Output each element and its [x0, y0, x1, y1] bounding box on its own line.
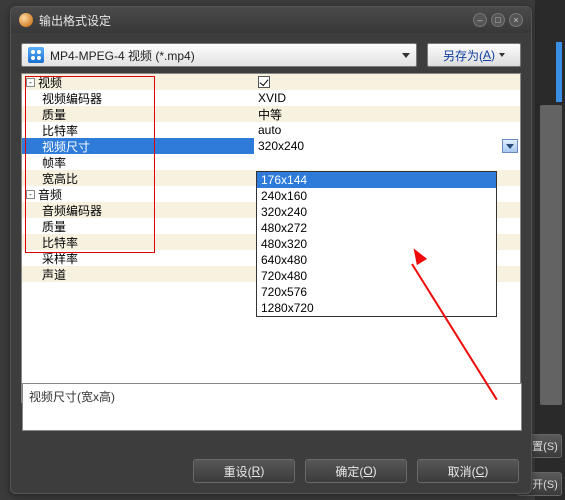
prop-video-quality[interactable]: 质量 中等 [22, 106, 520, 122]
chevron-down-icon [402, 53, 410, 58]
reset-button[interactable]: 重设(R) [193, 459, 295, 483]
size-option[interactable]: 240x160 [257, 188, 496, 204]
description-text: 视频尺寸(宽x高) [29, 390, 115, 404]
prop-label: 音频编码器 [42, 202, 102, 219]
ok-hotkey: O [363, 464, 372, 478]
chevron-down-icon [506, 144, 514, 149]
app-icon [19, 13, 33, 27]
cancel-hotkey: C [476, 464, 485, 478]
video-enabled-checkbox[interactable] [258, 76, 270, 88]
prop-label: 宽高比 [42, 170, 78, 187]
cancel-label-post: ) [484, 464, 488, 478]
size-dropdown-list[interactable]: 176x144240x160320x240480x272480x320640x4… [256, 171, 497, 317]
prop-label: 质量 [42, 106, 66, 123]
reset-hotkey: R [252, 464, 261, 478]
prop-value: XVID [258, 91, 286, 105]
property-grid: -视频 视频编码器 XVID 质量 中等 比特率 auto 视频尺寸 32 [21, 73, 521, 403]
group-video-label: 视频 [38, 74, 62, 91]
ok-button[interactable]: 确定(O) [305, 459, 407, 483]
prop-video-fps[interactable]: 帧率 [22, 154, 520, 170]
size-option[interactable]: 720x480 [257, 268, 496, 284]
save-as-label-pre: 另存为( [443, 47, 483, 64]
reset-label-pre: 重设( [224, 463, 252, 480]
ok-label-pre: 确定( [335, 463, 363, 480]
save-as-button[interactable]: 另存为(A) [427, 43, 521, 67]
prop-value: 中等 [258, 106, 282, 123]
cancel-button[interactable]: 取消(C) [417, 459, 519, 483]
collapse-icon[interactable]: - [26, 78, 35, 87]
group-audio-label: 音频 [38, 186, 62, 203]
size-option[interactable]: 640x480 [257, 252, 496, 268]
size-option[interactable]: 1280x720 [257, 300, 496, 316]
close-button[interactable]: × [509, 13, 523, 27]
prop-video-bitrate[interactable]: 比特率 auto [22, 122, 520, 138]
size-option[interactable]: 320x240 [257, 204, 496, 220]
maximize-button[interactable]: □ [491, 13, 505, 27]
collapse-icon[interactable]: - [26, 190, 35, 199]
prop-video-codec[interactable]: 视频编码器 XVID [22, 90, 520, 106]
size-option[interactable]: 176x144 [257, 172, 496, 188]
format-select[interactable]: MP4-MPEG-4 视频 (*.mp4) [21, 43, 417, 67]
window-title: 输出格式设定 [39, 12, 469, 29]
size-option[interactable]: 720x576 [257, 284, 496, 300]
prop-label: 比特率 [42, 122, 78, 139]
prop-label: 采样率 [42, 250, 78, 267]
size-dropdown-button[interactable] [502, 139, 518, 153]
group-video[interactable]: -视频 [22, 74, 520, 90]
prop-label: 视频编码器 [42, 90, 102, 107]
description-box: 视频尺寸(宽x高) [22, 383, 522, 431]
titlebar: 输出格式设定 – □ × [11, 7, 531, 33]
prop-video-size[interactable]: 视频尺寸 320x240 [22, 138, 520, 154]
prop-label: 声道 [42, 266, 66, 283]
format-selected-label: MP4-MPEG-4 视频 (*.mp4) [50, 47, 195, 64]
cancel-label-pre: 取消( [448, 463, 476, 480]
ok-label-post: ) [373, 464, 377, 478]
save-as-hotkey: A [483, 48, 491, 62]
prop-label: 帧率 [42, 154, 66, 171]
prop-label: 视频尺寸 [42, 138, 90, 155]
size-option[interactable]: 480x320 [257, 236, 496, 252]
video-format-icon [28, 47, 44, 63]
prop-label: 质量 [42, 218, 66, 235]
output-format-dialog: 输出格式设定 – □ × MP4-MPEG-4 视频 (*.mp4) 另存为(A… [10, 6, 532, 494]
minimize-button[interactable]: – [473, 13, 487, 27]
prop-value: auto [258, 123, 281, 137]
reset-label-post: ) [260, 464, 264, 478]
save-as-label-post: ) [491, 48, 495, 62]
prop-value: 320x240 [258, 139, 304, 153]
prop-label: 比特率 [42, 234, 78, 251]
chevron-down-icon [499, 53, 505, 57]
size-option[interactable]: 480x272 [257, 220, 496, 236]
